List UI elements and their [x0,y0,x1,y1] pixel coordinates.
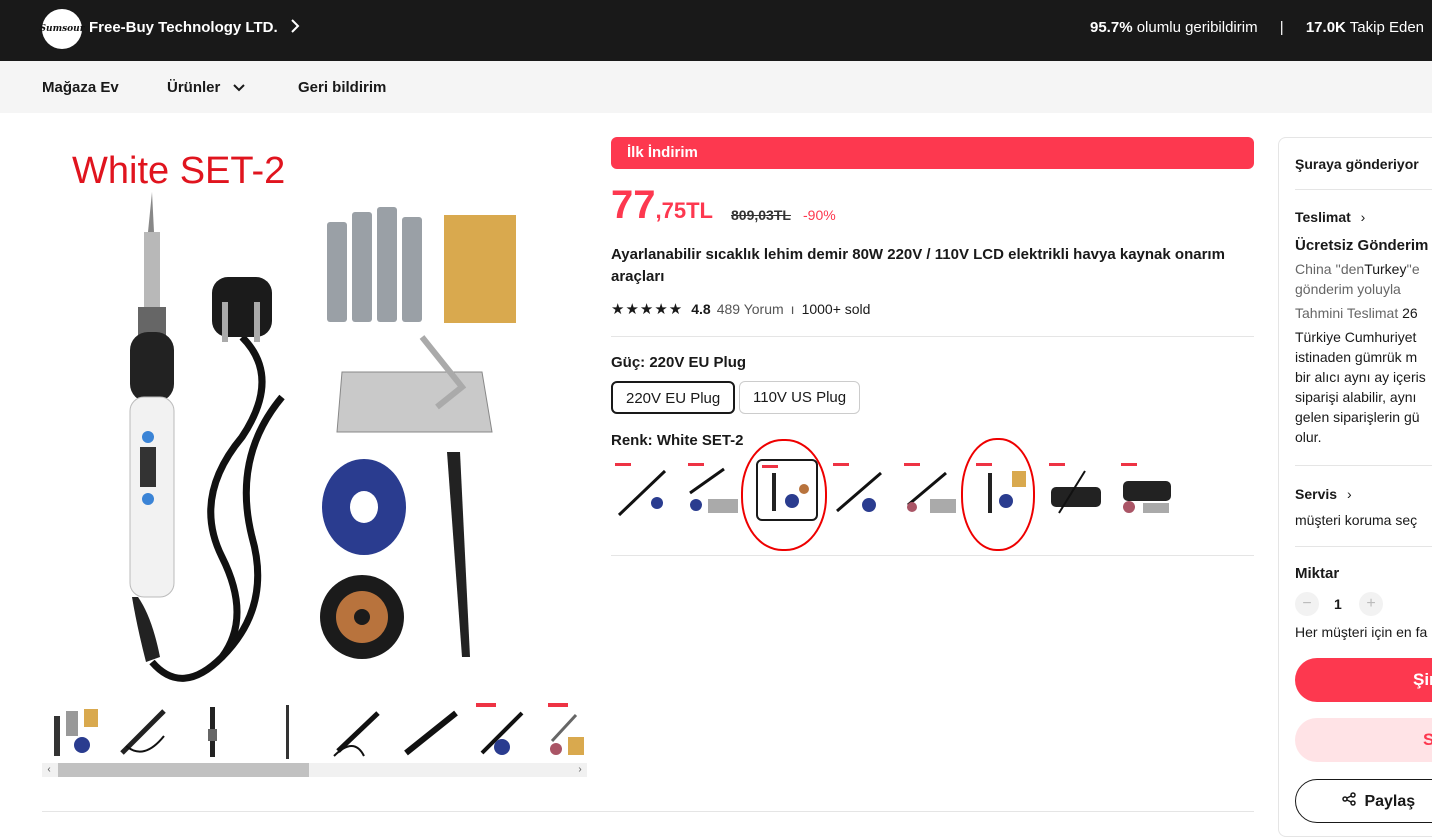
store-name-link[interactable]: Free-Buy Technology LTD. [89,19,278,36]
stats-separator: | [1279,19,1284,36]
power-option-110v[interactable]: 110V US Plug [739,381,861,414]
thumbnail-7[interactable] [474,701,534,761]
thumbnail-3[interactable] [184,701,244,761]
scrollbar-thumb[interactable] [58,763,309,777]
estimated-delivery: Tahmini Teslimat 26 [1295,305,1418,321]
add-to-cart-button[interactable]: Se [1295,718,1432,762]
color-option-2[interactable] [684,459,746,521]
chevron-right-icon[interactable] [290,18,300,39]
quantity-increase-button[interactable]: + [1359,592,1383,616]
store-logo[interactable]: Sumsour [40,9,84,49]
estimated-delivery-label: Tahmini Teslimat [1295,305,1399,321]
nav-products-label: Ürünler [167,79,221,96]
followers-value: 17.0K [1305,19,1346,36]
feedback-label: olumlu geribildirim [1136,19,1258,36]
thumbnail-5[interactable] [328,701,388,761]
thumbnail-8[interactable] [546,701,587,761]
nav-feedback[interactable]: Geri bildirim [298,79,386,96]
service-text: müşteri koruma seç [1295,512,1418,528]
ship-from-line: China ''denTurkey''e [1295,261,1420,277]
rating-row: ★★★★★ 4.8 489 Yorum ı 1000+ sold [611,300,870,318]
chevron-right-icon: › [1360,209,1366,225]
store-header: Sumsour Free-Buy Technology LTD. 95.7% o… [0,0,1432,61]
quantity-limit-note: Her müşteri için en fa [1295,624,1428,640]
color-option-8[interactable] [1117,459,1179,521]
color-option-4[interactable] [829,459,891,521]
store-nav: Mağaza Ev Ürünler Geri bildirim [0,61,1432,113]
estimated-delivery-value: 26 [1402,305,1418,321]
share-icon [1342,792,1360,810]
discount-badge: -90% [803,207,836,223]
shipping-method: gönderim yoluyla [1295,281,1401,297]
ship-to-suffix: ''e [1406,261,1420,277]
thumbnail-6[interactable] [400,701,460,761]
nav-store-home[interactable]: Mağaza Ev [42,79,119,96]
buy-now-button[interactable]: Şir [1295,658,1432,702]
scroll-left-icon[interactable]: ‹ [42,763,56,777]
free-shipping-label: Ücretsiz Gönderim [1295,237,1429,254]
followers-label: Takip Eden [1349,19,1424,36]
service-header[interactable]: Servis › [1295,486,1352,502]
thumbnail-2[interactable] [114,701,174,761]
price-integer: 77 [611,183,656,227]
panel-divider [1295,189,1432,190]
customs-note-2: istinaden gümrük m [1295,349,1418,365]
delivery-header-label: Teslimat [1295,209,1351,225]
section-divider [611,336,1254,337]
red-circle-annotation-1 [741,439,827,551]
quantity-value[interactable]: 1 [1334,596,1342,612]
panel-divider [1295,465,1432,466]
color-option-5[interactable] [900,459,962,521]
customs-note-1: Türkiye Cumhuriyet [1295,329,1417,345]
rating-value: 4.8 [691,301,711,317]
power-label: Güç: 220V EU Plug [611,354,747,371]
panel-divider [1295,546,1432,547]
ship-from-origin: China [1295,261,1332,277]
share-label: Paylaş [1364,793,1416,810]
star-rating-icon: ★★★★★ [611,301,684,318]
original-price: 809,03TL [731,207,791,223]
thumbnail-4[interactable] [258,701,318,761]
page-divider [42,811,1254,812]
quantity-header: Miktar [1295,565,1340,582]
color-label: Renk: White SET-2 [611,432,744,449]
customs-note-6: olur. [1295,429,1322,445]
ship-from-suffix: ''den [1335,261,1365,277]
chevron-right-icon: › [1346,486,1352,502]
product-title: Ayarlanabilir sıcaklık lehim demir 80W 2… [611,246,1225,285]
chevron-down-icon [232,79,245,96]
scroll-right-icon[interactable]: › [573,763,587,777]
service-header-label: Servis [1295,486,1338,502]
customs-note-4: siparişi alabilir, aynı [1295,389,1417,405]
promo-banner: İlk İndirim [611,137,1254,169]
ship-to-label[interactable]: Şuraya gönderiyor [1295,156,1419,172]
red-circle-annotation-2 [961,438,1035,551]
rating-divider: ı [790,301,795,317]
price-decimal: ,75TL [655,198,713,223]
delivery-header[interactable]: Teslimat › [1295,209,1365,225]
store-stats: 95.7% olumlu geribildirim | 17.0K Takip … [1090,19,1424,36]
customs-note-3: bir alıcı aynı ay içeris [1295,369,1426,385]
power-option-220v[interactable]: 220V EU Plug [611,381,736,414]
feedback-value: 95.7% [1090,19,1133,36]
thumbnail-1[interactable] [46,701,106,761]
sold-count: 1000+ sold [801,301,871,317]
ship-to-country: Turkey [1364,261,1407,277]
share-button[interactable]: Paylaş [1295,779,1432,823]
section-divider [611,555,1254,556]
image-caption: White SET-2 [72,150,285,192]
quantity-decrease-button[interactable]: − [1295,592,1319,616]
nav-products[interactable]: Ürünler [167,79,245,96]
main-product-image[interactable]: White SET-2 ESD—15 [42,137,587,682]
tweezers-label: ESD—15 [449,622,461,668]
color-option-1[interactable] [611,459,673,521]
customs-note-5: gelen siparişlerin gü [1295,409,1420,425]
current-price: 77,75TL [611,183,713,228]
color-option-7[interactable] [1045,459,1107,521]
thumbnail-scrollbar[interactable]: ‹ › [42,763,587,777]
reviews-link[interactable]: 489 Yorum [717,301,784,317]
